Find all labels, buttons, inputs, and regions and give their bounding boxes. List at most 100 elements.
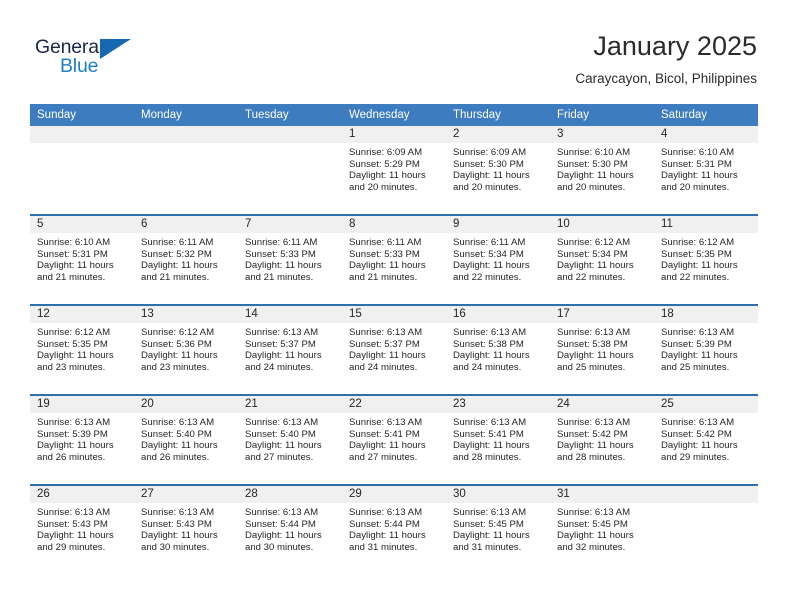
day-details: Sunrise: 6:13 AM Sunset: 5:37 PM Daylight:… — [342, 323, 446, 374]
calendar-cell-day[interactable]: 20 Sunrise: 6:13 AM Sunset: 5:40 PM Dayligh… — [134, 394, 238, 485]
day-cell: 27 Sunrise: 6:13 AM Sunset: 5:43 PM Dayligh… — [134, 486, 238, 574]
detail-sunrise: Sunrise: 6:12 AM — [557, 237, 631, 248]
detail-daylight-1: Daylight: 11 hours — [37, 530, 114, 542]
detail-sunrise: Sunrise: 6:13 AM — [37, 417, 111, 428]
detail-sunset: Sunset: 5:44 PM — [245, 518, 316, 530]
detail-daylight-1: Daylight: 11 hours — [661, 170, 738, 182]
day-details: Sunrise: 6:13 AM Sunset: 5:42 PM Daylight:… — [550, 413, 654, 464]
detail-daylight-1: Daylight: 11 hours — [557, 350, 634, 362]
calendar-cell-day[interactable]: 23 Sunrise: 6:13 AM Sunset: 5:41 PM Dayligh… — [446, 394, 550, 485]
day-cell: 7 Sunrise: 6:11 AM Sunset: 5:33 PM Daylight… — [238, 216, 342, 304]
detail-sunrise: Sunrise: 6:13 AM — [661, 417, 735, 428]
page-subtitle: Caraycayon, Bicol, Philippines — [575, 71, 757, 86]
day-number: 19 — [30, 396, 134, 413]
day-details: Sunrise: 6:12 AM Sunset: 5:36 PM Daylight:… — [134, 323, 238, 374]
calendar-week-row: 19 Sunrise: 6:13 AM Sunset: 5:39 PM Dayligh… — [30, 394, 758, 485]
calendar-cell-day[interactable]: 25 Sunrise: 6:13 AM Sunset: 5:42 PM Dayligh… — [654, 394, 758, 485]
calendar-cell-day[interactable]: 12 Sunrise: 6:12 AM Sunset: 5:35 PM Dayligh… — [30, 304, 134, 395]
day-cell: 6 Sunrise: 6:11 AM Sunset: 5:32 PM Daylight… — [134, 216, 238, 304]
detail-sunrise: Sunrise: 6:12 AM — [661, 237, 735, 248]
calendar-cell-day[interactable]: 26 Sunrise: 6:13 AM Sunset: 5:43 PM Dayligh… — [30, 484, 134, 574]
day-number: 23 — [446, 396, 550, 413]
detail-daylight-1: Daylight: 11 hours — [37, 440, 114, 452]
day-number: 1 — [342, 126, 446, 143]
general-blue-logo[interactable]: General Blue — [35, 36, 155, 82]
detail-daylight-1: Daylight: 11 hours — [349, 440, 426, 452]
day-number: 8 — [342, 216, 446, 233]
calendar-cell-day[interactable]: 6 Sunrise: 6:11 AM Sunset: 5:32 PM Daylight… — [134, 214, 238, 305]
calendar-cell-day[interactable]: 31 Sunrise: 6:13 AM Sunset: 5:45 PM Dayligh… — [550, 484, 654, 574]
weekday-header-tuesday: Tuesday — [238, 104, 342, 126]
detail-daylight-2: and 26 minutes. — [141, 452, 210, 464]
day-cell: 4 Sunrise: 6:10 AM Sunset: 5:31 PM Daylight… — [654, 126, 758, 214]
detail-daylight-2: and 22 minutes. — [557, 272, 626, 284]
detail-sunset: Sunset: 5:45 PM — [557, 518, 628, 530]
calendar-cell-day[interactable]: 16 Sunrise: 6:13 AM Sunset: 5:38 PM Dayligh… — [446, 304, 550, 395]
calendar-cell-day[interactable]: 1 Sunrise: 6:09 AM Sunset: 5:29 PM Daylight… — [342, 126, 446, 215]
calendar-cell-day[interactable]: 13 Sunrise: 6:12 AM Sunset: 5:36 PM Dayligh… — [134, 304, 238, 395]
detail-sunset: Sunset: 5:42 PM — [661, 428, 732, 440]
calendar-cell-day[interactable]: 21 Sunrise: 6:13 AM Sunset: 5:40 PM Dayligh… — [238, 394, 342, 485]
day-details: Sunrise: 6:11 AM Sunset: 5:33 PM Daylight:… — [238, 233, 342, 284]
detail-sunset: Sunset: 5:40 PM — [245, 428, 316, 440]
day-number: 16 — [446, 306, 550, 323]
calendar-cell-day[interactable]: 8 Sunrise: 6:11 AM Sunset: 5:33 PM Daylight… — [342, 214, 446, 305]
detail-daylight-2: and 20 minutes. — [557, 182, 626, 194]
detail-sunrise: Sunrise: 6:10 AM — [557, 147, 631, 158]
detail-sunrise: Sunrise: 6:13 AM — [349, 417, 423, 428]
day-details: Sunrise: 6:10 AM Sunset: 5:31 PM Daylight:… — [30, 233, 134, 284]
detail-daylight-2: and 27 minutes. — [245, 452, 314, 464]
calendar-cell-day[interactable]: 29 Sunrise: 6:13 AM Sunset: 5:44 PM Dayligh… — [342, 484, 446, 574]
calendar-cell-day[interactable]: 19 Sunrise: 6:13 AM Sunset: 5:39 PM Dayligh… — [30, 394, 134, 485]
weekday-header-thursday: Thursday — [446, 104, 550, 126]
calendar-cell-day[interactable]: 14 Sunrise: 6:13 AM Sunset: 5:37 PM Dayligh… — [238, 304, 342, 395]
day-number — [30, 126, 134, 143]
day-number: 27 — [134, 486, 238, 503]
detail-sunset: Sunset: 5:31 PM — [37, 248, 108, 260]
day-number: 20 — [134, 396, 238, 413]
day-cell: 14 Sunrise: 6:13 AM Sunset: 5:37 PM Dayligh… — [238, 306, 342, 394]
calendar-cell-day[interactable]: 10 Sunrise: 6:12 AM Sunset: 5:34 PM Dayligh… — [550, 214, 654, 305]
detail-daylight-2: and 21 minutes. — [245, 272, 314, 284]
calendar-cell-day[interactable]: 28 Sunrise: 6:13 AM Sunset: 5:44 PM Dayligh… — [238, 484, 342, 574]
calendar-cell-day[interactable]: 5 Sunrise: 6:10 AM Sunset: 5:31 PM Daylight… — [30, 214, 134, 305]
detail-sunset: Sunset: 5:41 PM — [453, 428, 524, 440]
calendar-cell-day[interactable]: 17 Sunrise: 6:13 AM Sunset: 5:38 PM Dayligh… — [550, 304, 654, 395]
day-cell: 24 Sunrise: 6:13 AM Sunset: 5:42 PM Dayligh… — [550, 396, 654, 484]
logo-word-blue: Blue — [60, 55, 99, 77]
day-cell: 12 Sunrise: 6:12 AM Sunset: 5:35 PM Dayligh… — [30, 306, 134, 394]
detail-daylight-1: Daylight: 11 hours — [349, 260, 426, 272]
detail-daylight-1: Daylight: 11 hours — [661, 350, 738, 362]
detail-daylight-1: Daylight: 11 hours — [141, 530, 218, 542]
day-cell: 31 Sunrise: 6:13 AM Sunset: 5:45 PM Dayligh… — [550, 486, 654, 574]
page-title: January 2025 — [593, 31, 757, 61]
detail-sunrise: Sunrise: 6:13 AM — [557, 507, 631, 518]
detail-sunrise: Sunrise: 6:13 AM — [245, 327, 319, 338]
detail-sunrise: Sunrise: 6:10 AM — [37, 237, 111, 248]
calendar-cell-empty — [654, 484, 758, 574]
detail-daylight-2: and 20 minutes. — [661, 182, 730, 194]
day-number: 12 — [30, 306, 134, 323]
day-cell — [134, 126, 238, 214]
day-number: 21 — [238, 396, 342, 413]
calendar-cell-day[interactable]: 15 Sunrise: 6:13 AM Sunset: 5:37 PM Dayligh… — [342, 304, 446, 395]
calendar-cell-day[interactable]: 24 Sunrise: 6:13 AM Sunset: 5:42 PM Dayligh… — [550, 394, 654, 485]
detail-sunset: Sunset: 5:38 PM — [557, 338, 628, 350]
calendar-cell-day[interactable]: 3 Sunrise: 6:10 AM Sunset: 5:30 PM Daylight… — [550, 126, 654, 215]
calendar-cell-day[interactable]: 30 Sunrise: 6:13 AM Sunset: 5:45 PM Dayligh… — [446, 484, 550, 574]
day-cell — [238, 126, 342, 214]
calendar-cell-day[interactable]: 27 Sunrise: 6:13 AM Sunset: 5:43 PM Dayligh… — [134, 484, 238, 574]
calendar-cell-day[interactable]: 22 Sunrise: 6:13 AM Sunset: 5:41 PM Dayligh… — [342, 394, 446, 485]
calendar-cell-day[interactable]: 4 Sunrise: 6:10 AM Sunset: 5:31 PM Daylight… — [654, 126, 758, 215]
calendar-cell-day[interactable]: 2 Sunrise: 6:09 AM Sunset: 5:30 PM Daylight… — [446, 126, 550, 215]
day-details: Sunrise: 6:09 AM Sunset: 5:29 PM Daylight:… — [342, 143, 446, 194]
calendar-cell-day[interactable]: 18 Sunrise: 6:13 AM Sunset: 5:39 PM Dayligh… — [654, 304, 758, 395]
calendar-cell-day[interactable]: 11 Sunrise: 6:12 AM Sunset: 5:35 PM Dayligh… — [654, 214, 758, 305]
day-details: Sunrise: 6:10 AM Sunset: 5:30 PM Daylight:… — [550, 143, 654, 194]
day-cell: 18 Sunrise: 6:13 AM Sunset: 5:39 PM Dayligh… — [654, 306, 758, 394]
calendar-cell-day[interactable]: 7 Sunrise: 6:11 AM Sunset: 5:33 PM Daylight… — [238, 214, 342, 305]
day-details: Sunrise: 6:11 AM Sunset: 5:32 PM Daylight:… — [134, 233, 238, 284]
day-cell: 20 Sunrise: 6:13 AM Sunset: 5:40 PM Dayligh… — [134, 396, 238, 484]
day-cell: 30 Sunrise: 6:13 AM Sunset: 5:45 PM Dayligh… — [446, 486, 550, 574]
calendar-cell-day[interactable]: 9 Sunrise: 6:11 AM Sunset: 5:34 PM Daylight… — [446, 214, 550, 305]
